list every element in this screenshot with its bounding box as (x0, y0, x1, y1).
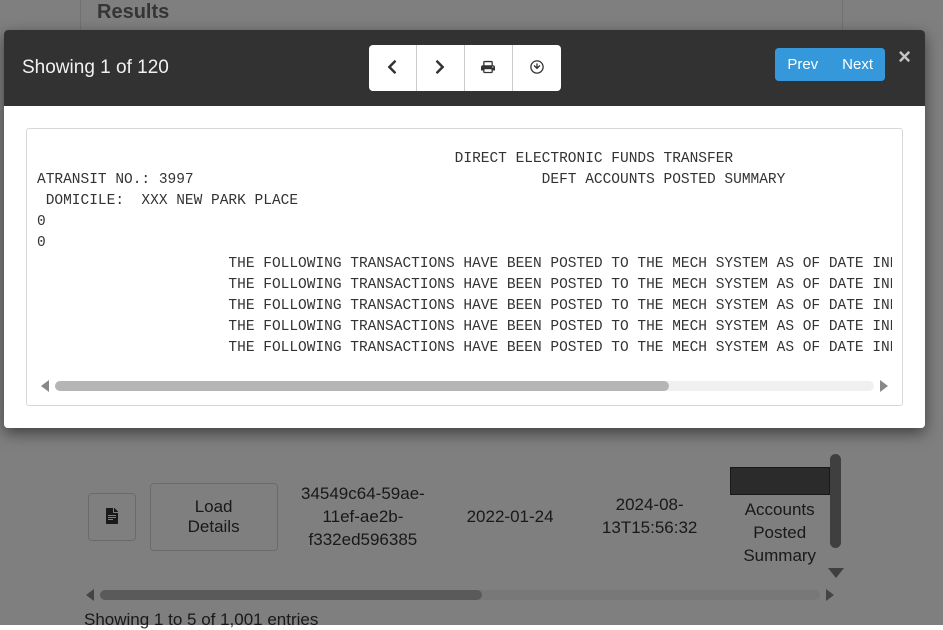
download-button[interactable] (513, 45, 561, 91)
scroll-thumb[interactable] (55, 381, 669, 391)
modal-counter-label: Showing 1 of 120 (22, 57, 169, 79)
close-button[interactable]: × (898, 46, 911, 68)
modal-header: Showing 1 of 120 (4, 30, 925, 106)
prev-record-button[interactable] (369, 45, 417, 91)
report-modal: Showing 1 of 120 (4, 30, 925, 428)
prev-page-button[interactable]: Prev (775, 48, 830, 81)
document-text: DIRECT ELECTRONIC FUNDS TRANSFER ATRANSI… (37, 139, 892, 377)
page-buttons: Prev Next (775, 48, 885, 81)
modal-toolbar (369, 45, 561, 91)
next-record-button[interactable] (417, 45, 465, 91)
document-viewport: DIRECT ELECTRONIC FUNDS TRANSFER ATRANSI… (37, 139, 892, 395)
document-frame: DIRECT ELECTRONIC FUNDS TRANSFER ATRANSI… (26, 128, 903, 406)
print-icon (481, 59, 495, 78)
scroll-track[interactable] (55, 381, 874, 391)
chevron-right-icon (433, 59, 447, 78)
document-horizontal-scrollbar[interactable] (37, 377, 892, 395)
download-icon (530, 59, 544, 78)
scroll-right-icon (880, 380, 888, 392)
chevron-left-icon (385, 59, 399, 78)
modal-body: DIRECT ELECTRONIC FUNDS TRANSFER ATRANSI… (4, 106, 925, 428)
scroll-left-icon (41, 380, 49, 392)
print-button[interactable] (465, 45, 513, 91)
next-page-button[interactable]: Next (830, 48, 885, 81)
